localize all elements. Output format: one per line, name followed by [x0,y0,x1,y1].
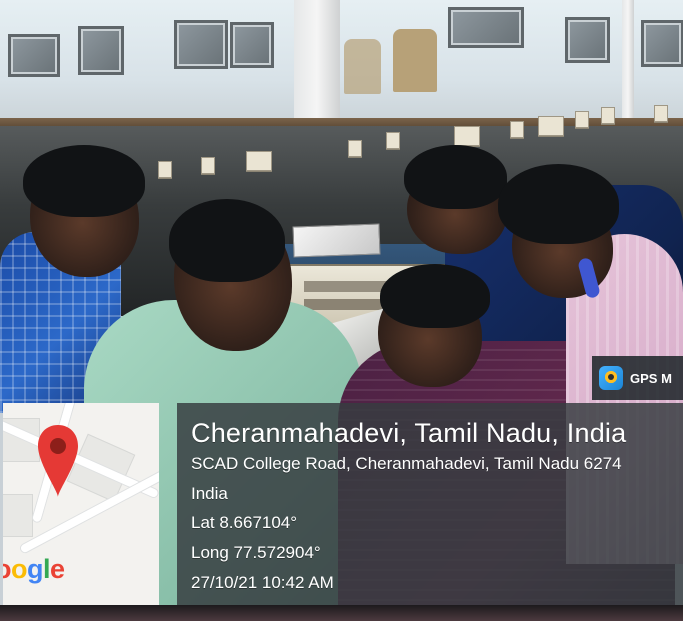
electrical-switch [654,105,668,122]
student-hair [23,145,145,217]
student-hair [498,164,619,244]
gps-map-camera-badge: GPS M [592,356,683,400]
country-line: India [191,484,228,503]
electrical-socket [454,126,480,146]
map-block [3,494,33,537]
timestamp-line: 27/10/21 10:42 AM [191,573,334,592]
camera-icon [599,366,623,390]
background-chair [344,39,381,94]
electrical-switch [201,157,215,174]
location-title: Cheranmahadevi, Tamil Nadu, India [191,418,627,448]
gps-badge-label: GPS M [630,370,672,386]
electrical-switch [575,111,589,128]
google-logo-letter-g: g [27,554,44,584]
background-computer-monitor [565,17,610,63]
electrical-socket [538,116,564,136]
location-pin-icon [38,425,78,497]
google-logo-letter-e: e [50,554,65,584]
google-map-logo: oogle [3,556,65,583]
electrical-switch [158,161,172,178]
electrical-switch [601,107,615,124]
google-logo-letter-o: o [3,554,12,584]
location-map-thumbnail: oogle [3,403,159,605]
background-computer-monitor [641,20,683,67]
latitude-line: Lat 8.667104° [191,513,298,532]
lab-paper-stack [292,223,381,258]
background-computer-monitor [174,20,228,69]
background-computer-monitor [448,7,524,48]
photo-bottom-edge [0,605,683,621]
student-hair [404,145,507,209]
background-chair [393,29,437,92]
geotagged-photo: GPS M oogle Cheranmahadevi, Tamil Nadu, … [0,0,683,621]
address-line: SCAD College Road, Cheranmahadevi, Tamil… [191,454,622,473]
geotag-information-panel: Cheranmahadevi, Tamil Nadu, India SCAD C… [177,403,683,605]
google-logo-letter-o: o [11,554,28,584]
google-logo-letter-l: l [43,554,51,584]
electrical-switch [510,121,524,138]
student-hair [169,199,285,282]
background-computer-monitor [230,22,274,68]
electrical-switch [386,132,400,149]
student-hair [380,264,490,328]
longitude-line: Long 77.572904° [191,543,321,562]
background-computer-monitor [8,34,60,77]
electrical-switch [348,140,362,157]
background-computer-monitor [78,26,124,75]
electrical-socket [246,151,272,171]
